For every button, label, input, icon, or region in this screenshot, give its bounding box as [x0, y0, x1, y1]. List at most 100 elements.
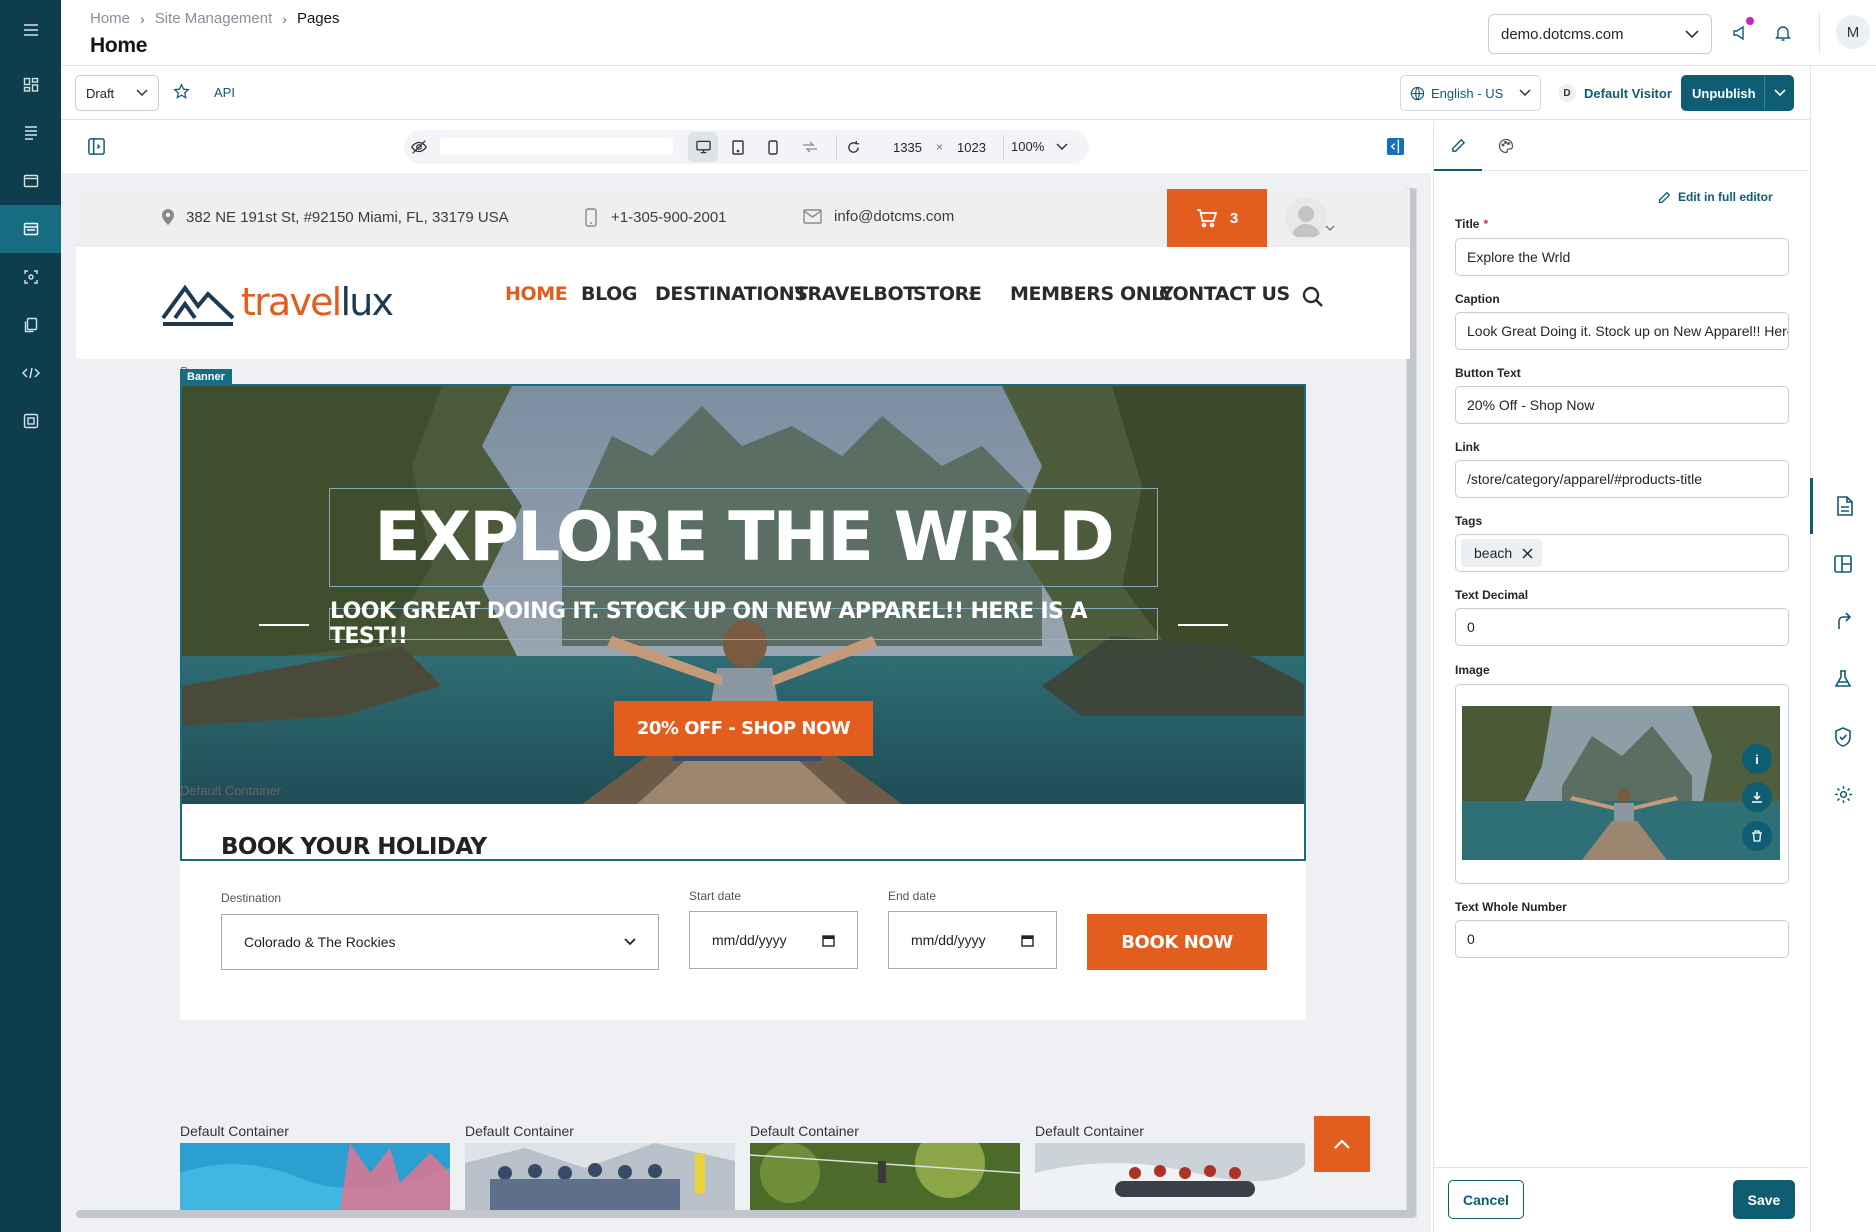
unpublish-button[interactable]: Unpublish: [1681, 75, 1794, 111]
site-phone[interactable]: +1-305-900-2001: [585, 208, 727, 227]
search-icon[interactable]: [1302, 286, 1324, 308]
desktop-device-icon[interactable]: [688, 132, 718, 162]
mobile-device-icon[interactable]: [758, 132, 788, 162]
page-title: Home: [90, 34, 148, 57]
site-nav-destinations[interactable]: DESTINATIONS: [655, 283, 808, 305]
hero-caption[interactable]: LOOK GREAT DOING IT. STOCK UP ON NEW APP…: [329, 599, 1158, 649]
button-text-input[interactable]: 20% Off - Shop Now: [1455, 386, 1789, 424]
eye-slash-icon[interactable]: [410, 138, 428, 156]
site-nav-home[interactable]: HOME: [505, 283, 568, 305]
book-now-button[interactable]: BOOK NOW: [1087, 914, 1267, 970]
flow-icon[interactable]: [1810, 593, 1876, 649]
hero-shop-button[interactable]: 20% OFF - SHOP NOW: [614, 701, 873, 756]
close-icon[interactable]: [1522, 547, 1533, 559]
start-date-input[interactable]: mm/dd/yyyy: [689, 911, 858, 969]
chevron-down-icon: [136, 89, 148, 97]
tab-style[interactable]: [1482, 121, 1530, 171]
dashboard-icon[interactable]: [0, 61, 61, 109]
social-preview-icon[interactable]: [795, 132, 825, 162]
site-nav-members-only[interactable]: MEMBERS ONLY: [1010, 283, 1174, 305]
menu-icon[interactable]: [0, 6, 61, 54]
link-input[interactable]: /store/category/apparel/#products-title: [1455, 460, 1789, 498]
zoom-select[interactable]: 100%: [1011, 139, 1068, 154]
preview-url-field[interactable]: [440, 138, 673, 155]
unpublish-menu-toggle[interactable]: [1764, 75, 1794, 111]
tile-label: Default Container: [180, 1123, 289, 1139]
tablet-device-icon[interactable]: [723, 132, 753, 162]
tab-edit[interactable]: [1434, 121, 1482, 171]
phone-icon: [585, 208, 597, 227]
end-date-input[interactable]: mm/dd/yyyy: [888, 911, 1057, 969]
tile-label: Default Container: [1035, 1123, 1144, 1139]
megaphone-icon[interactable]: [1728, 17, 1754, 46]
bell-icon[interactable]: [1770, 20, 1796, 46]
code-icon[interactable]: [0, 349, 61, 397]
scroll-to-top-button[interactable]: [1314, 1116, 1370, 1172]
container-ghost-label: Default Container: [180, 783, 282, 798]
site-logo[interactable]: travel lux: [161, 278, 394, 326]
viewport-width[interactable]: 1335: [893, 140, 922, 155]
site-nav-blog[interactable]: BLOG: [581, 283, 637, 305]
text-decimal-input[interactable]: 0: [1455, 608, 1789, 646]
api-link[interactable]: API: [214, 85, 235, 100]
pages-icon[interactable]: [0, 205, 61, 253]
avatar[interactable]: M: [1836, 15, 1870, 49]
cart-button[interactable]: 3: [1167, 189, 1267, 247]
cancel-button[interactable]: Cancel: [1448, 1180, 1524, 1219]
apps-icon[interactable]: [0, 397, 61, 445]
gear-icon[interactable]: [1810, 766, 1876, 822]
star-icon[interactable]: [173, 83, 190, 100]
tile-image-rafting[interactable]: [1035, 1143, 1305, 1210]
save-button[interactable]: Save: [1733, 1180, 1795, 1219]
title-input[interactable]: Explore the Wrld: [1455, 238, 1789, 276]
breadcrumb: Home › Site Management › Pages: [90, 10, 339, 27]
breadcrumb-pages[interactable]: Pages: [297, 10, 340, 27]
chevron-right-icon: ›: [282, 10, 287, 27]
visitor-persona-select[interactable]: D Default Visitor: [1558, 84, 1672, 102]
destination-select[interactable]: Colorado & The Rockies: [221, 914, 659, 970]
caption-input[interactable]: Look Great Doing it. Stock up on New App…: [1455, 312, 1789, 350]
download-icon[interactable]: [1742, 782, 1772, 812]
site-nav-contact-us[interactable]: CONTACT US: [1159, 283, 1290, 305]
hero-title[interactable]: EXPLORE THE WRLD: [329, 488, 1158, 587]
banner-bottom-border: [180, 859, 1306, 861]
breadcrumb-home[interactable]: Home: [90, 10, 130, 27]
breadcrumb-site-management[interactable]: Site Management: [155, 10, 273, 27]
language-select[interactable]: English - US: [1400, 75, 1541, 111]
rotate-icon[interactable]: [838, 132, 868, 162]
document-icon[interactable]: [1810, 478, 1876, 534]
chevron-down-icon: [1056, 142, 1068, 150]
text-whole-number-input[interactable]: 0: [1455, 920, 1789, 958]
site-address: 382 NE 191st St, #92150 Miami, FL, 33179…: [161, 208, 509, 226]
site-selector[interactable]: demo.dotcms.com: [1488, 14, 1712, 54]
horizontal-scrollbar[interactable]: [76, 1210, 1416, 1218]
site-email[interactable]: info@dotcms.com: [803, 208, 954, 225]
tag-chip-label: beach: [1474, 545, 1513, 561]
image-info-button[interactable]: i: [1742, 744, 1772, 774]
left-navigation: [0, 0, 61, 1232]
experiments-icon[interactable]: [0, 253, 61, 301]
logo-text-travel: travel: [241, 280, 342, 324]
trash-icon[interactable]: [1742, 821, 1772, 851]
image-thumbnail[interactable]: [1462, 706, 1780, 860]
site-nav-travelbot[interactable]: TRAVELBOT: [795, 283, 916, 305]
copy-icon[interactable]: [0, 301, 61, 349]
toggle-palette-icon[interactable]: [87, 137, 106, 156]
tags-input[interactable]: beach: [1455, 534, 1789, 572]
shield-icon[interactable]: [1810, 709, 1876, 765]
site-user-avatar[interactable]: [1285, 197, 1327, 239]
flask-icon[interactable]: [1810, 651, 1876, 707]
text-whole-number-field-label: Text Whole Number: [1455, 900, 1567, 914]
content-icon[interactable]: [0, 109, 61, 157]
toggle-panel-icon[interactable]: [1386, 137, 1405, 156]
viewport-height[interactable]: 1023: [957, 140, 986, 155]
viewport-times: ×: [936, 140, 944, 154]
tile-image-zipline[interactable]: [750, 1143, 1020, 1210]
tile-image-group[interactable]: [465, 1143, 735, 1210]
browser-icon[interactable]: [0, 157, 61, 205]
edit-in-full-editor-link[interactable]: Edit in full editor: [1658, 190, 1773, 204]
tile-image-coral[interactable]: [180, 1143, 450, 1210]
image-field-label: Image: [1455, 663, 1490, 677]
status-select[interactable]: Draft: [75, 75, 159, 111]
layout-icon[interactable]: [1810, 536, 1876, 592]
